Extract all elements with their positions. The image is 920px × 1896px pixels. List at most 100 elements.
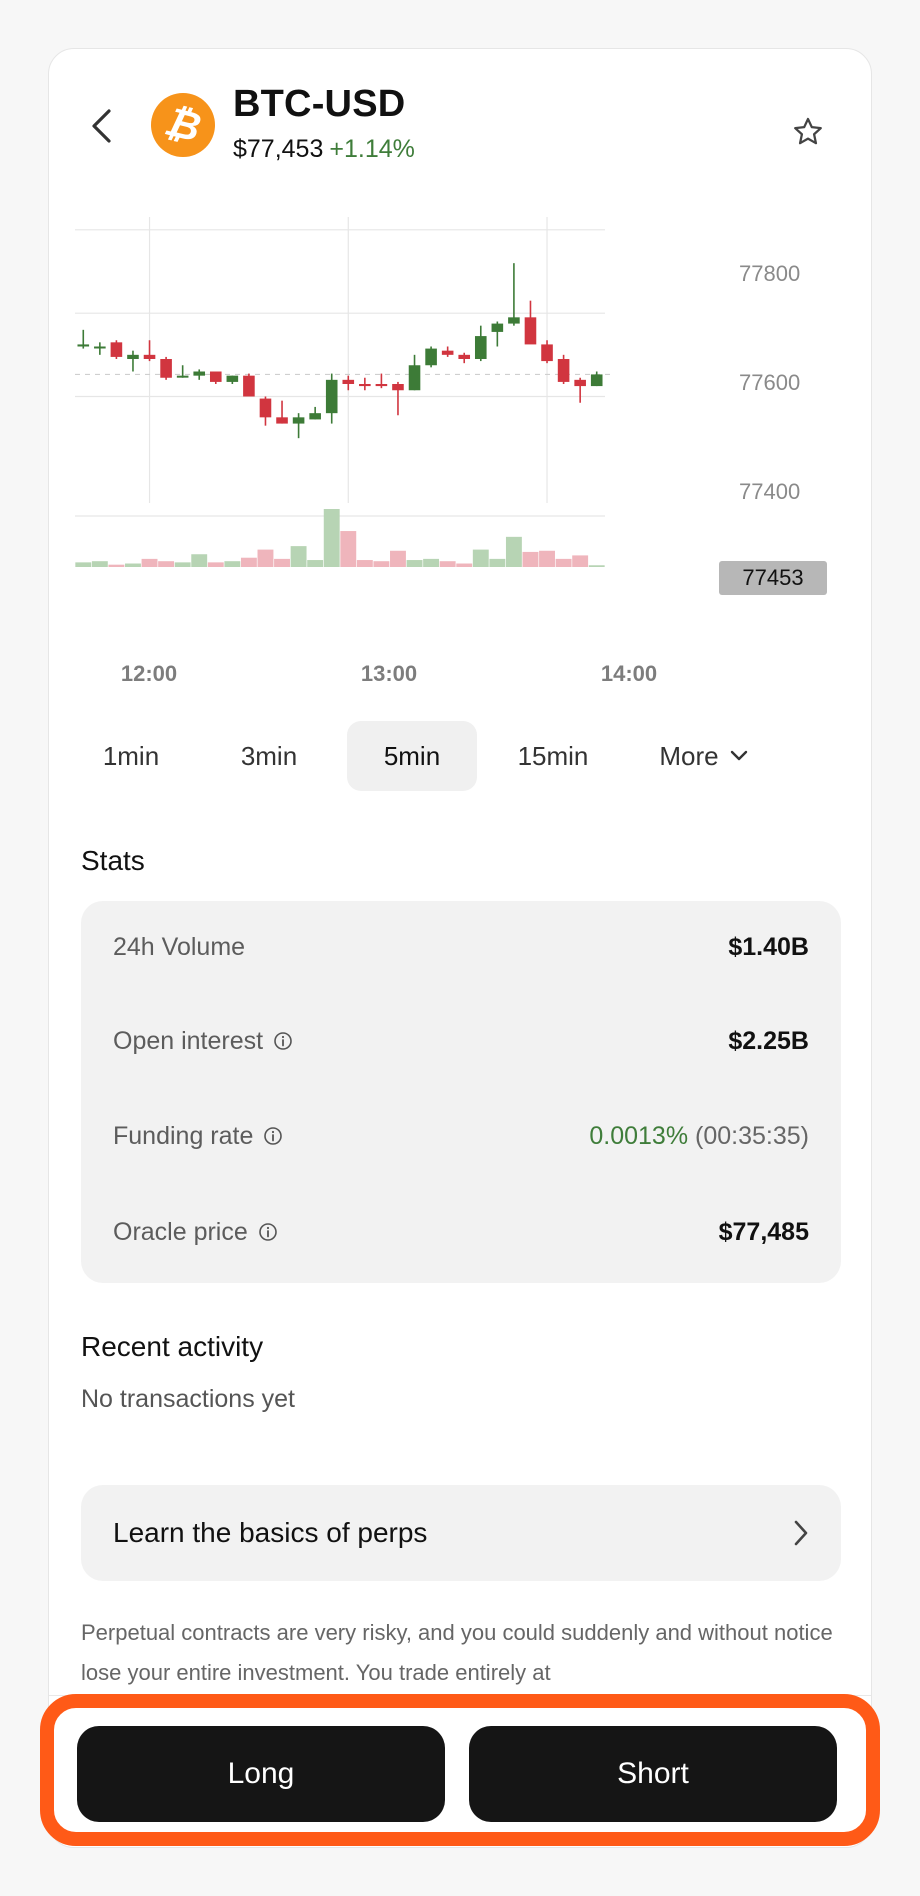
volume-bar: [141, 558, 158, 567]
volume-bar: [522, 551, 539, 567]
learn-perps-button[interactable]: Learn the basics of perps: [81, 1485, 841, 1581]
x-tick-label: 14:00: [600, 661, 658, 686]
open-interest-label: Open interest: [113, 1026, 264, 1055]
volume-bar: [539, 550, 555, 567]
candle-body: [392, 384, 404, 391]
chevron-left-icon: [92, 109, 111, 143]
volume-value: $1.40B: [728, 932, 809, 961]
interval-label: 3min: [240, 740, 298, 771]
learn-perps-label: Learn the basics of perps: [113, 1517, 428, 1548]
volume-bar: [307, 560, 324, 567]
candle-body: [77, 344, 90, 347]
empty-activity-message: No transactions yet: [81, 1385, 295, 1413]
interval-label: 5min: [383, 740, 441, 771]
candle-body: [590, 374, 603, 387]
favorite-button[interactable]: [787, 111, 829, 153]
candle-body: [209, 371, 222, 382]
candle-body: [574, 379, 586, 387]
stat-row-open-interest: Open interest $2.25B: [113, 1021, 809, 1061]
y-tick-label: 77800: [739, 261, 801, 286]
volume-bar: [290, 546, 307, 567]
volume-bar: [323, 509, 340, 567]
info-circle-icon[interactable]: [263, 1126, 283, 1146]
stat-label: Oracle price: [113, 1218, 278, 1247]
bitcoin-logo: ₿: [151, 93, 215, 157]
y-tick-label: 77600: [739, 370, 801, 395]
volume-bar: [373, 561, 390, 567]
volume-bar: [224, 561, 241, 567]
candle-body: [259, 398, 272, 418]
info-circle-icon[interactable]: [258, 1222, 278, 1242]
interval-more[interactable]: More: [639, 721, 769, 791]
candle-body: [193, 371, 206, 376]
candle-body: [474, 336, 487, 359]
stats-title: Stats: [81, 845, 145, 876]
candle-body: [425, 348, 437, 366]
candle-body: [127, 354, 139, 359]
stat-row-oracle-price: Oracle price $77,485: [113, 1212, 809, 1252]
stat-value: $1.40B: [728, 933, 809, 962]
oracle-price-value: $77,485: [718, 1217, 809, 1246]
funding-countdown: (00:35:35): [695, 1121, 809, 1150]
interval-15min[interactable]: 15min: [491, 721, 615, 791]
volume-bar: [340, 531, 357, 567]
candle-body: [524, 317, 537, 345]
recent-activity-title: Recent activity: [81, 1331, 264, 1362]
volume-bar: [356, 560, 373, 567]
volume-bar: [91, 561, 108, 567]
candle-body: [143, 354, 156, 359]
candle-body: [458, 354, 471, 359]
oracle-price-label: Oracle price: [113, 1217, 248, 1246]
funding-rate-value: 0.0013%: [589, 1121, 689, 1150]
interval-selector: 1min 3min 5min 15min More: [73, 721, 853, 791]
x-tick-label: 12:00: [120, 661, 178, 686]
current-price: $77,453: [233, 135, 324, 163]
header: ₿ BTC-USD $77,453 +1.14%: [49, 49, 871, 209]
volume-bar: [390, 550, 406, 567]
candle-body: [508, 317, 520, 324]
stat-label: Funding rate: [113, 1122, 283, 1151]
volume-bar: [274, 558, 290, 567]
open-interest-value: $2.25B: [728, 1026, 809, 1055]
price-chart[interactable]: 77800 77600 77400 77453 12:00 13:00 14:0…: [49, 209, 871, 745]
volume-bar: [174, 562, 191, 567]
volume-bar: [489, 558, 506, 567]
candle-body: [226, 375, 239, 382]
candle-body: [375, 384, 388, 387]
chevron-right-icon: [793, 1519, 809, 1554]
stat-value: 0.0013% (00:35:35): [589, 1122, 809, 1151]
stat-row-funding-rate: Funding rate 0.0013% (00:35:35): [113, 1116, 809, 1156]
candle-body: [292, 417, 305, 424]
interval-label: 15min: [517, 740, 589, 771]
candle-body: [309, 413, 321, 420]
price-line: $77,453 +1.14%: [233, 135, 415, 164]
stat-value: $2.25B: [728, 1027, 809, 1056]
market-detail-card: ₿ BTC-USD $77,453 +1.14% 77800 77600 7740…: [48, 48, 872, 1848]
candle-body: [243, 375, 255, 397]
volume-bar: [555, 558, 572, 567]
action-highlight-frame: [40, 1694, 880, 1846]
info-circle-icon[interactable]: [273, 1031, 293, 1051]
volume-bar: [423, 558, 440, 567]
bitcoin-glyph: ₿: [160, 98, 206, 151]
volume-bar: [108, 564, 125, 567]
volume-bar: [472, 549, 489, 567]
last-price-tag: 77453: [719, 561, 827, 595]
interval-3min[interactable]: 3min: [211, 721, 327, 791]
interval-label: More: [659, 740, 719, 771]
volume-bar: [240, 557, 257, 567]
interval-1min[interactable]: 1min: [81, 721, 181, 791]
volume-bar: [75, 562, 92, 567]
volume-bar: [207, 562, 224, 567]
stats-panel: 24h Volume $1.40B Open interest $2.25B F…: [81, 901, 841, 1283]
candle-body: [342, 379, 355, 384]
x-tick-label: 13:00: [360, 661, 418, 686]
back-button[interactable]: [81, 101, 121, 151]
candle-body: [94, 346, 106, 349]
candle-body: [491, 323, 504, 332]
volume-bar: [572, 555, 589, 567]
stat-row-volume: 24h Volume $1.40B: [113, 927, 809, 967]
interval-5min[interactable]: 5min: [347, 721, 477, 791]
candle-body: [557, 359, 570, 382]
stat-label: Open interest: [113, 1027, 293, 1056]
